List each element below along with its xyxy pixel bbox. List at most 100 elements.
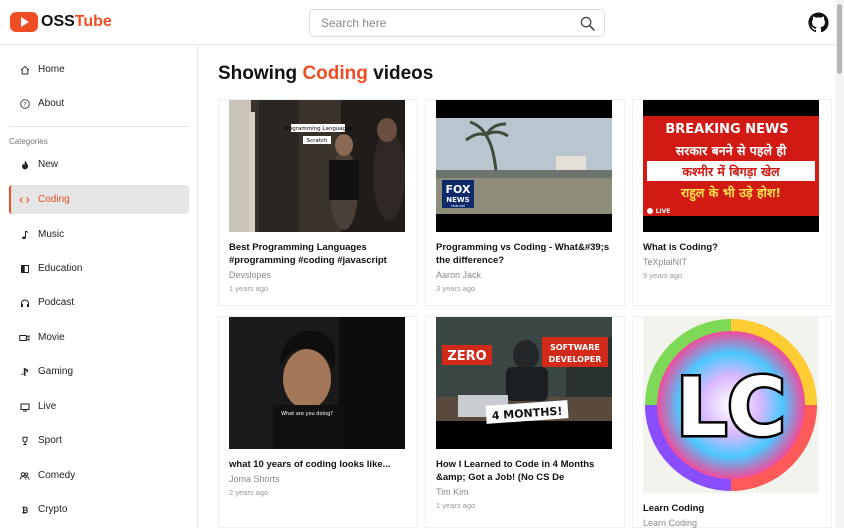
top-header: OSSTube: [0, 0, 844, 45]
sidebar-item-about[interactable]: ? About: [9, 89, 189, 118]
thumb-text: LC: [676, 361, 786, 454]
thumb-text: What are you doing?: [281, 411, 333, 417]
book-icon: [19, 263, 30, 274]
search-bar: [309, 9, 605, 37]
question-circle-icon: ?: [19, 98, 30, 109]
sidebar-item-movie[interactable]: Movie: [9, 323, 189, 352]
video-card[interactable]: BREAKING NEWS सरकार बनने से पहले ही कश्म…: [632, 99, 832, 306]
thumb-text: NEWS: [446, 196, 469, 204]
scrollbar-thumb[interactable]: [837, 4, 842, 74]
sidebar-item-label: Comedy: [38, 470, 76, 481]
video-time: 1 years ago: [436, 501, 476, 510]
home-icon: [19, 64, 30, 75]
svg-text:₿: ₿: [21, 506, 28, 515]
thumbnail-image: LC: [643, 317, 819, 493]
logo-text-oss: OSS: [41, 13, 75, 30]
sidebar-item-label: About: [38, 98, 65, 109]
logo-text-tube: Tube: [74, 13, 112, 30]
video-thumbnail[interactable]: What are you doing?: [229, 317, 405, 449]
video-channel[interactable]: Joma Shorts: [229, 474, 280, 484]
thumb-text: कश्मीर में बिगड़ा खेल: [681, 164, 780, 179]
sidebar-item-crypto[interactable]: ₿ Crypto: [9, 495, 189, 524]
video-title[interactable]: How I Learned to Code in 4 Months &amp; …: [436, 458, 614, 484]
github-icon[interactable]: [808, 12, 829, 33]
thumb-text: ZERO: [447, 349, 486, 364]
sidebar-item-gaming[interactable]: Gaming: [9, 357, 189, 386]
thumbnail-image: FOX NEWS channel: [436, 100, 612, 232]
search-icon[interactable]: [580, 16, 595, 31]
tv-icon: [19, 401, 30, 412]
video-channel[interactable]: Devslopes: [229, 270, 271, 280]
video-time: 1 years ago: [229, 284, 269, 293]
sidebar-item-coding[interactable]: Coding: [9, 185, 189, 214]
code-icon: [19, 194, 30, 205]
video-time: 9 years ago: [643, 271, 683, 280]
bitcoin-icon: ₿: [19, 504, 30, 515]
video-thumbnail[interactable]: FOX NEWS channel: [436, 100, 612, 232]
logo[interactable]: OSSTube: [10, 12, 112, 32]
video-title[interactable]: what 10 years of coding looks like...: [229, 458, 407, 471]
video-channel[interactable]: Tim Kim: [436, 487, 469, 497]
thumbnail-image: What are you doing?: [229, 317, 405, 449]
video-card[interactable]: Programming Languages Scratch Best Progr…: [218, 99, 418, 306]
video-title[interactable]: What is Coding?: [643, 241, 821, 254]
sidebar-item-home[interactable]: Home: [9, 55, 189, 84]
sidebar-item-label: Gaming: [38, 366, 74, 377]
fire-icon: [19, 159, 30, 170]
video-card[interactable]: FOX NEWS channel Programming vs Coding -…: [425, 99, 625, 306]
svg-text:?: ?: [23, 100, 26, 108]
sidebar-item-label: Music: [38, 229, 65, 240]
sidebar-item-comedy[interactable]: Comedy: [9, 461, 189, 490]
video-channel[interactable]: Learn Coding: [643, 518, 697, 528]
thumb-text: SOFTWARE: [550, 343, 600, 352]
video-title[interactable]: Learn Coding: [643, 502, 821, 515]
categories-heading: Categories: [9, 137, 48, 146]
thumb-text: channel: [451, 204, 465, 208]
thumbnail-image: BREAKING NEWS सरकार बनने से पहले ही कश्म…: [643, 100, 819, 232]
video-card[interactable]: What are you doing? what 10 years of cod…: [218, 316, 418, 528]
video-card[interactable]: LC Learn Coding Learn Coding: [632, 316, 832, 528]
page-title-category: Coding: [302, 63, 368, 84]
thumb-text: राहुल के भी उड़े होश!: [680, 185, 781, 202]
sidebar-item-podcast[interactable]: Podcast: [9, 288, 189, 317]
sidebar-item-music[interactable]: Music: [9, 220, 189, 249]
sidebar-divider: [9, 126, 189, 127]
page-scrollbar[interactable]: [835, 0, 844, 528]
video-thumbnail[interactable]: Programming Languages Scratch: [229, 100, 405, 232]
thumb-text: LIVE: [656, 208, 671, 215]
sidebar-item-label: Coding: [38, 194, 70, 205]
sidebar-item-live[interactable]: Live: [9, 392, 189, 421]
play-logo-icon: [10, 12, 38, 32]
sidebar-item-sport[interactable]: Sport: [9, 426, 189, 455]
thumb-text: Programming Languages: [284, 126, 353, 132]
playstation-icon: [19, 366, 30, 377]
thumbnail-image: Programming Languages Scratch: [229, 100, 405, 232]
video-card[interactable]: ZERO SOFTWARE DEVELOPER 4 MONTHS! How I …: [425, 316, 625, 528]
video-camera-icon: [19, 332, 30, 343]
thumb-text: BREAKING NEWS: [665, 122, 788, 137]
page-title: Showing Coding videos: [218, 63, 433, 85]
sidebar: Home ? About Categories New Coding Music…: [0, 46, 198, 528]
sidebar-item-new[interactable]: New: [9, 150, 189, 179]
search-input[interactable]: [321, 16, 571, 30]
logo-text: OSSTube: [41, 13, 112, 31]
page-title-prefix: Showing: [218, 63, 298, 84]
video-channel[interactable]: Aaron Jack: [436, 270, 481, 280]
sidebar-item-label: Education: [38, 263, 83, 274]
sidebar-item-education[interactable]: Education: [9, 254, 189, 283]
thumbnail-image: ZERO SOFTWARE DEVELOPER 4 MONTHS!: [436, 317, 612, 449]
video-time: 3 years ago: [436, 284, 476, 293]
video-title[interactable]: Best Programming Languages #programming …: [229, 241, 407, 267]
video-thumbnail[interactable]: ZERO SOFTWARE DEVELOPER 4 MONTHS!: [436, 317, 612, 449]
video-thumbnail[interactable]: BREAKING NEWS सरकार बनने से पहले ही कश्म…: [643, 100, 819, 232]
music-note-icon: [19, 229, 30, 240]
sidebar-item-label: Sport: [38, 435, 62, 446]
sidebar-item-label: New: [38, 159, 59, 170]
sidebar-item-label: Live: [38, 401, 57, 412]
video-channel[interactable]: TeXplaiNIT: [643, 257, 687, 267]
thumb-text: सरकार बनने से पहले ही: [675, 143, 787, 158]
page-title-suffix: videos: [373, 63, 434, 84]
video-thumbnail[interactable]: LC: [643, 317, 819, 493]
video-title[interactable]: Programming vs Coding - What&#39;s the d…: [436, 241, 614, 267]
thumb-text: FOX: [446, 183, 471, 196]
